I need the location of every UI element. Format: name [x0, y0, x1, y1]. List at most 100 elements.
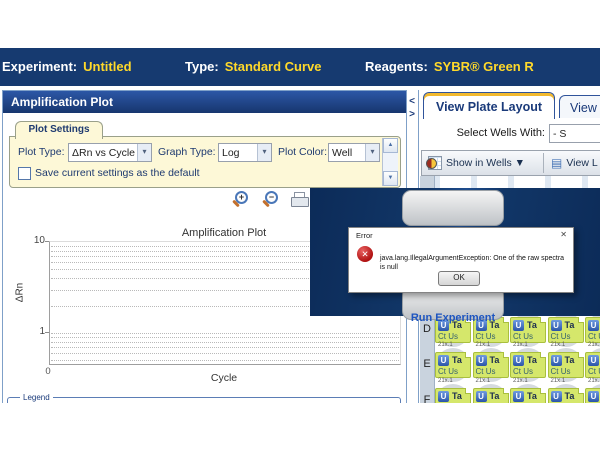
- well-target: Ta: [452, 355, 462, 365]
- well-task-icon: U: [588, 320, 599, 331]
- well-sample: Ct Us: [513, 367, 533, 376]
- print-icon[interactable]: [291, 191, 309, 209]
- zoom-out-icon[interactable]: −: [261, 191, 279, 209]
- well-target: Ta: [452, 391, 462, 401]
- plot-type-label: Plot Type:: [18, 143, 65, 161]
- tab-plot-settings[interactable]: Plot Settings: [15, 121, 103, 139]
- tab-view-plate-layout[interactable]: View Plate Layout: [423, 92, 555, 119]
- chevron-down-icon: ▾: [137, 144, 151, 161]
- settings-scrollbar[interactable]: ▲ ▼: [382, 138, 398, 186]
- type-field: Type: Standard Curve: [185, 48, 322, 86]
- well-quantity: 21x.1: [438, 342, 453, 348]
- graph-type-select[interactable]: Log▾: [218, 143, 272, 162]
- well[interactable]: UTaCt Us: [585, 317, 600, 343]
- well-sample: Ct Us: [551, 367, 571, 376]
- well-quantity: 21x.1: [513, 378, 528, 384]
- experiment-value: Untitled: [83, 59, 131, 74]
- well[interactable]: UTaCt Us: [585, 388, 600, 403]
- well-target: Ta: [565, 391, 575, 401]
- plot-color-label: Plot Color:: [278, 143, 327, 161]
- gridline: [51, 333, 399, 334]
- well[interactable]: UTaCt Us: [510, 388, 546, 403]
- well[interactable]: UTa Ct Us: [548, 352, 584, 378]
- plot-color-value: Well: [329, 147, 365, 159]
- gridline: [51, 353, 399, 354]
- well-task-icon: U: [513, 320, 524, 331]
- type-label: Type:: [185, 59, 219, 74]
- well-task-icon: U: [438, 355, 449, 366]
- well[interactable]: UTa Ct Us: [510, 317, 546, 343]
- well-quantity: 21x.1: [588, 342, 600, 348]
- scroll-up-icon[interactable]: ▲: [383, 138, 398, 153]
- error-dialog: Error ✕ ✕ java.lang.IllegalArgumentExcep…: [348, 227, 574, 293]
- printer-body: [291, 197, 309, 207]
- zoom-in-icon[interactable]: +: [231, 191, 249, 209]
- plot-color-select[interactable]: Well▾: [328, 143, 380, 162]
- well-sample: Ct Us: [588, 332, 600, 341]
- y-axis-label: ΔRn: [15, 278, 26, 308]
- well-target: Ta: [527, 391, 537, 401]
- reagents-value: SYBR® Green R: [434, 59, 534, 74]
- splitter-expand-icon[interactable]: >: [407, 109, 417, 120]
- splitter-collapse-icon[interactable]: <: [407, 96, 417, 107]
- graph-type-label: Graph Type:: [158, 143, 216, 161]
- well[interactable]: UTaCt Us: [473, 388, 509, 403]
- well-sample: Ct Us: [513, 332, 533, 341]
- well-sample: Ct Us: [551, 332, 571, 341]
- legend-fieldset: Legend: [7, 397, 401, 403]
- well-task-icon: U: [551, 355, 562, 366]
- well[interactable]: UTaCt Us: [435, 352, 471, 378]
- well-task-icon: U: [513, 391, 524, 402]
- well[interactable]: UTaCt Us: [473, 352, 509, 378]
- type-value: Standard Curve: [225, 59, 322, 74]
- well-sample: Ct Us: [588, 367, 600, 376]
- run-experiment-label: Run Experiment: [402, 312, 504, 324]
- panel-title: Amplification Plot: [3, 91, 406, 113]
- save-default-checkbox[interactable]: [18, 167, 31, 180]
- y-tickmark: [45, 241, 49, 242]
- well[interactable]: UTaCt Us: [585, 352, 600, 378]
- well-target: Ta: [527, 355, 537, 365]
- well-target: Ta: [565, 355, 575, 365]
- y-tick-10: 10: [27, 235, 45, 246]
- close-icon[interactable]: ✕: [560, 230, 567, 239]
- gridline: [51, 347, 399, 348]
- well-target: Ta: [490, 355, 500, 365]
- experiment-info-bar: Experiment:Untitled Type:Standard Curve …: [0, 48, 600, 86]
- scroll-down-icon[interactable]: ▼: [383, 171, 398, 186]
- plate-row-label: F: [420, 394, 434, 403]
- well-quantity: 21x.1: [476, 342, 491, 348]
- error-dialog-title: Error: [356, 231, 373, 240]
- screenshot-canvas: Experiment:Untitled Type:Standard Curve …: [0, 0, 600, 450]
- chevron-down-icon: ▾: [365, 144, 379, 161]
- well[interactable]: UTaCt Us: [548, 317, 584, 343]
- well-sample: Ct Us: [476, 367, 496, 376]
- graph-type-value: Log: [219, 147, 257, 159]
- save-default-label: Save current settings as the default: [35, 164, 200, 182]
- well-target: Ta: [565, 320, 575, 330]
- well-sample: Ct Us: [438, 332, 458, 341]
- well-task-icon: U: [476, 391, 487, 402]
- gridline: [51, 337, 399, 338]
- well-sample: Ct Us: [476, 332, 496, 341]
- well[interactable]: UTaCt Us: [510, 352, 546, 378]
- plot-type-value: ΔRn vs Cycle: [69, 147, 137, 159]
- experiment-label: Experiment:: [2, 59, 77, 74]
- instrument-button-top: [402, 190, 504, 226]
- reagents-label: Reagents:: [365, 59, 428, 74]
- y-tickmark: [45, 332, 49, 333]
- well-task-icon: U: [588, 355, 599, 366]
- well-target: Ta: [527, 320, 537, 330]
- experiment-field: Experiment: Untitled: [2, 48, 132, 86]
- well-quantity: 21x.1: [588, 378, 600, 384]
- chevron-down-icon: ▾: [257, 144, 271, 161]
- reagents-field: Reagents: SYBR® Green R: [365, 48, 534, 86]
- error-message: java.lang.IllegalArgumentException: One …: [380, 254, 568, 272]
- well-quantity: 21x.1: [551, 378, 566, 384]
- ok-button[interactable]: OK: [438, 271, 480, 286]
- well-task-icon: U: [438, 391, 449, 402]
- error-icon: ✕: [357, 246, 373, 262]
- well[interactable]: UTaCt Us: [548, 388, 584, 403]
- plot-type-select[interactable]: ΔRn vs Cycle▾: [68, 143, 152, 162]
- well[interactable]: UTaCt Us: [435, 388, 471, 403]
